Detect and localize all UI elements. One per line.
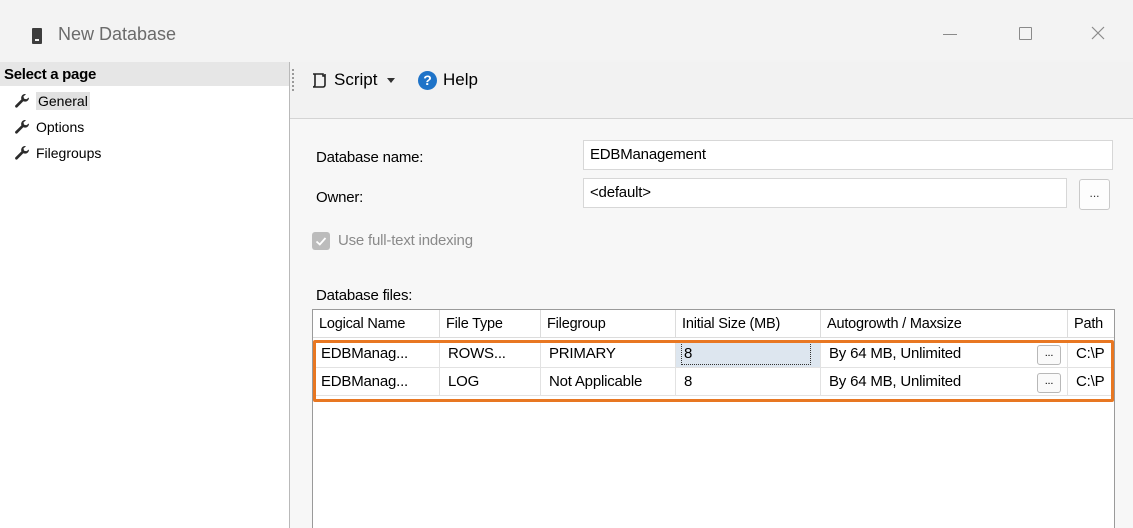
chevron-down-icon[interactable]: [387, 77, 396, 83]
wrench-icon: [15, 146, 30, 160]
select-page-title: Select a page: [4, 66, 96, 83]
cell-file-type[interactable]: ROWS...: [440, 340, 541, 368]
script-button[interactable]: Script: [310, 66, 396, 94]
column-header-filegroup[interactable]: Filegroup: [541, 310, 676, 338]
page-item-label: Options: [36, 119, 85, 135]
page-item-general[interactable]: General: [14, 89, 274, 113]
cell-autogrowth[interactable]: By 64 MB, Unlimited ...: [821, 368, 1068, 396]
owner-browse-button[interactable]: ...: [1079, 179, 1110, 210]
wrench-icon: [15, 94, 30, 108]
title-bar: New Database: [0, 0, 1133, 63]
close-icon: [1091, 26, 1105, 40]
maximize-button[interactable]: [999, 14, 1051, 52]
page-item-label: Filegroups: [36, 145, 102, 161]
cell-file-type[interactable]: LOG: [440, 368, 541, 396]
fulltext-checkbox[interactable]: [312, 232, 330, 250]
script-label: Script: [334, 70, 378, 89]
autogrowth-value: By 64 MB, Unlimited: [829, 373, 962, 390]
cell-autogrowth[interactable]: By 64 MB, Unlimited ...: [821, 340, 1068, 368]
initial-size-value: 8: [680, 342, 812, 365]
page-item-options[interactable]: Options: [14, 115, 274, 139]
database-files-grid: Logical Name File Type Filegroup Initial…: [312, 309, 1115, 528]
database-name-label: Database name:: [316, 149, 424, 166]
help-icon: ?: [418, 70, 437, 90]
cell-logical-name[interactable]: EDBManag...: [313, 368, 440, 396]
cell-filegroup[interactable]: Not Applicable: [541, 368, 676, 396]
column-header-autogrowth[interactable]: Autogrowth / Maxsize: [821, 310, 1068, 338]
minimize-button[interactable]: [924, 14, 976, 52]
owner-label: Owner:: [316, 189, 364, 206]
database-name-field[interactable]: EDBManagement: [583, 140, 1113, 170]
cell-path[interactable]: C:\P: [1068, 340, 1114, 368]
column-header-initial-size[interactable]: Initial Size (MB): [676, 310, 821, 338]
toolbar-grip[interactable]: [292, 69, 294, 91]
column-header-path[interactable]: Path: [1068, 310, 1114, 338]
fulltext-label: Use full-text indexing: [338, 232, 473, 249]
column-header-file-type[interactable]: File Type: [440, 310, 541, 338]
select-page-panel: Select a page General Options Filegroups: [0, 62, 290, 528]
cell-logical-name[interactable]: EDBManag...: [313, 340, 440, 368]
cell-initial-size[interactable]: 8: [676, 340, 821, 368]
column-header-logical-name[interactable]: Logical Name: [313, 310, 440, 338]
help-button[interactable]: ? Help: [418, 66, 478, 94]
page-item-filegroups[interactable]: Filegroups: [14, 141, 274, 165]
window-title: New Database: [58, 24, 177, 44]
database-server-icon: [32, 28, 42, 44]
close-button[interactable]: [1072, 14, 1124, 52]
general-page-content: Database name: EDBManagement Owner: <def…: [290, 119, 1133, 528]
select-page-header: Select a page: [0, 62, 289, 86]
cell-initial-size[interactable]: 8: [676, 368, 821, 396]
cell-path[interactable]: C:\P: [1068, 368, 1114, 396]
owner-field[interactable]: <default>: [583, 178, 1067, 208]
database-files-label: Database files:: [316, 287, 413, 304]
toolbar: Script ? Help: [290, 62, 1133, 119]
script-icon: [312, 73, 326, 88]
autogrowth-edit-button[interactable]: ...: [1037, 373, 1061, 393]
cell-filegroup[interactable]: PRIMARY: [541, 340, 676, 368]
checkmark-icon: [315, 237, 327, 246]
page-item-label: General: [36, 92, 90, 110]
autogrowth-value: By 64 MB, Unlimited: [829, 345, 962, 362]
help-label: Help: [443, 70, 478, 89]
wrench-icon: [15, 120, 30, 134]
autogrowth-edit-button[interactable]: ...: [1037, 345, 1061, 365]
